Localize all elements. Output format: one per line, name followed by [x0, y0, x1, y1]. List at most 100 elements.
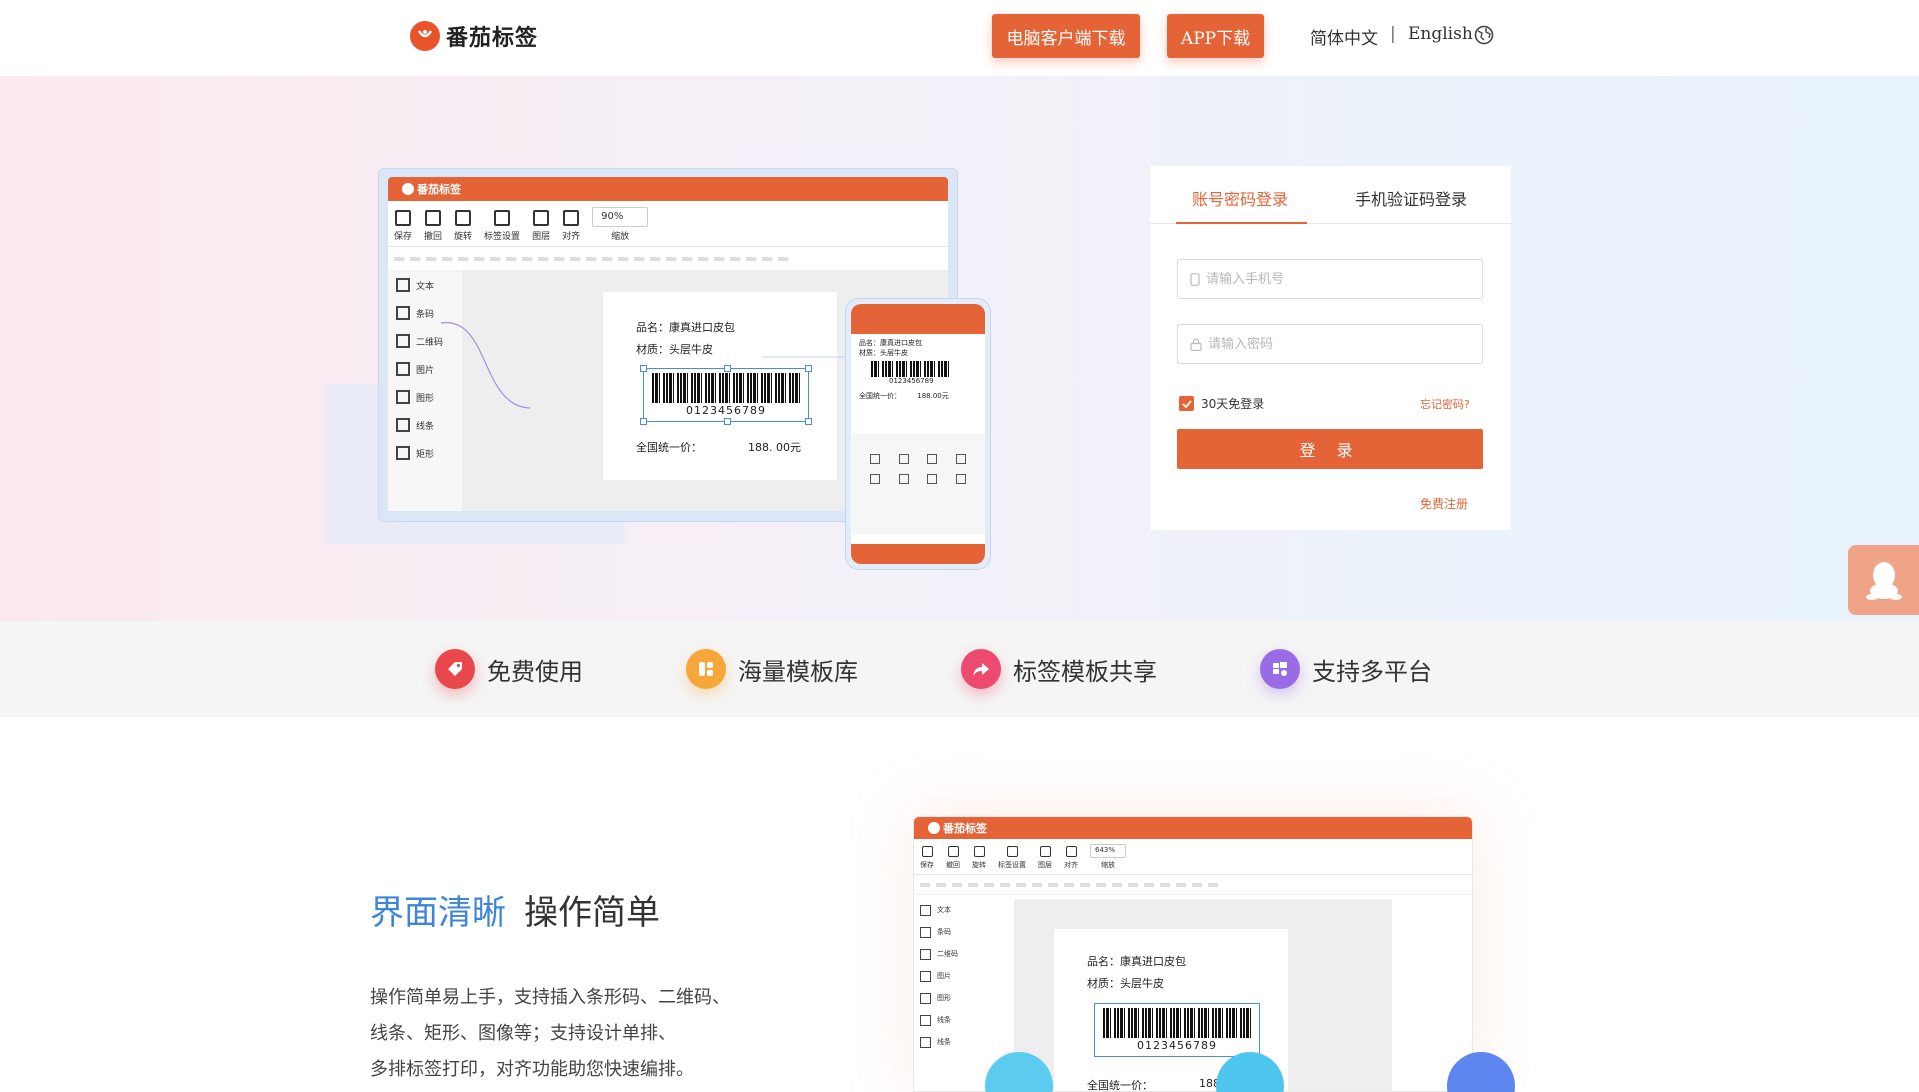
tool-label-settings: 标签设置	[998, 846, 1026, 870]
section-title-highlight: 界面清晰	[370, 893, 506, 933]
tool-rotate: 旋转	[972, 846, 986, 870]
section-desc-line: 操作简单易上手，支持插入条形码、二维码、	[370, 987, 730, 1008]
shape-icon	[870, 474, 881, 484]
site-header: 番茄标签 电脑客户端下载 APP下载 简体中文 | English	[0, 0, 1919, 76]
sidebar-item-text: 文本	[914, 899, 974, 921]
sidebar-label: 线条	[937, 1038, 951, 1046]
check-icon	[1181, 399, 1192, 408]
barcode-element: 0123456789	[1094, 1003, 1260, 1057]
register-link[interactable]: 免费注册	[1420, 495, 1468, 512]
label-product-name: 品名：康真进口皮包	[1087, 955, 1186, 968]
download-pc-button[interactable]: 电脑客户端下载	[992, 14, 1140, 58]
feature-label: 海量模板库	[738, 657, 858, 686]
tool-label: 缩放	[1101, 861, 1115, 869]
rectangle-icon	[927, 474, 938, 484]
lock-icon	[1190, 337, 1202, 351]
download-app-button[interactable]: APP下载	[1167, 14, 1264, 58]
share-arrow-icon	[961, 649, 1001, 689]
preview-sidebar: 文本 条码 二维码 图片 图形 线条 线条	[914, 899, 974, 1091]
line-icon	[920, 1014, 931, 1026]
phone-barcode-bars	[871, 361, 951, 377]
platforms-icon	[1260, 649, 1300, 689]
line-icon	[920, 1036, 931, 1048]
remember-me[interactable]: 30天免登录	[1179, 395, 1264, 412]
tomato-logo-icon	[410, 21, 440, 51]
tool-label: 图层	[1038, 861, 1052, 869]
section-desc-line: 多排标签打印，对齐功能助您快速编排。	[370, 1059, 694, 1080]
image-icon	[955, 454, 966, 464]
save-icon	[921, 846, 933, 857]
settings-icon	[1006, 846, 1018, 857]
brand-logo[interactable]: 番茄标签	[410, 20, 538, 52]
section-title-rest: 操作简单	[524, 893, 660, 933]
feature-label: 免费使用	[487, 657, 583, 686]
lang-chinese-link[interactable]: 简体中文	[1310, 24, 1378, 49]
feature-free: 免费使用	[435, 649, 583, 689]
section-description: 操作简单易上手，支持插入条形码、二维码、 线条、矩形、图像等；支持设计单排、 多…	[370, 980, 800, 1088]
sidebar-item-shape: 图形	[914, 987, 974, 1009]
tool-undo: 撤回	[946, 846, 960, 870]
qq-support-button[interactable]	[1848, 545, 1919, 615]
tool-label: 撤回	[946, 861, 960, 869]
section-desc-line: 线条、矩形、图像等；支持设计单排、	[370, 1023, 676, 1044]
phone-field[interactable]	[1177, 259, 1483, 299]
password-input[interactable]	[1208, 336, 1478, 352]
sidebar-label: 线条	[937, 1016, 951, 1024]
section-title: 界面清晰 操作简单	[370, 885, 660, 934]
rotate-icon	[973, 846, 985, 857]
remember-checkbox[interactable]	[1179, 396, 1194, 411]
sidebar-label: 图形	[937, 994, 951, 1002]
mobile-app-preview: 品名：康真进口皮包 材质：头层牛皮 0123456789 全国统一价： 188.…	[845, 298, 991, 570]
sidebar-item-line2: 线条	[914, 1031, 974, 1053]
phone-bottom-bar	[851, 544, 985, 564]
tool-label: 标签设置	[998, 861, 1026, 869]
tool-save: 保存	[920, 846, 934, 870]
sidebar-label: 条码	[937, 928, 951, 936]
phone-tool-grid	[861, 454, 975, 484]
barcode-number: 0123456789	[1137, 1039, 1217, 1052]
phone-label-name: 品名：康真进口皮包	[859, 339, 922, 347]
text-icon	[870, 454, 881, 464]
tag-icon	[435, 649, 475, 689]
label-price-label: 全国统一价：	[1087, 1079, 1153, 1092]
hero-section: 番茄标签 保存 撤回 旋转 标签设置 图层 对齐 90% 缩放 文本 条码 二维码…	[0, 76, 1919, 621]
feature-templates: 海量模板库	[686, 649, 858, 689]
tool-align: 对齐	[1064, 846, 1078, 870]
shape-icon	[920, 992, 931, 1004]
tool-label: 旋转	[972, 861, 986, 869]
login-card: 账号密码登录 手机验证码登录 30天免登录 忘记密码? 登 录 免费注册	[1150, 166, 1511, 530]
globe-icon[interactable]	[1474, 25, 1494, 49]
phone-price-value: 188.00元	[917, 392, 949, 400]
password-field[interactable]	[1177, 324, 1483, 364]
feature-label: 支持多平台	[1312, 657, 1432, 686]
phone-toolbox	[851, 434, 985, 534]
layers-icon	[1039, 846, 1051, 857]
sidebar-label: 文本	[937, 906, 951, 914]
zoom-select: 643%	[1090, 844, 1126, 858]
phone-header	[851, 304, 985, 334]
phone-input[interactable]	[1206, 271, 1476, 287]
section-app-preview: 番茄标签 保存 撤回 旋转 标签设置 图层 对齐 643% 缩放 文本 条码 二维…	[913, 816, 1473, 1092]
feature-share: 标签模板共享	[961, 649, 1157, 689]
logo-dot-icon	[928, 822, 940, 834]
tool-zoom: 643% 缩放	[1090, 844, 1126, 870]
phone-icon	[1190, 272, 1200, 286]
tab-account-login[interactable]: 账号密码登录	[1192, 186, 1288, 210]
forgot-password-link[interactable]: 忘记密码?	[1420, 396, 1470, 412]
sidebar-item-barcode: 条码	[914, 921, 974, 943]
format-bar	[914, 875, 1472, 895]
features-band: 免费使用 海量模板库 标签模板共享 支持多平台	[0, 621, 1919, 717]
login-button[interactable]: 登 录	[1177, 429, 1483, 469]
phone-barcode-number: 0123456789	[889, 377, 934, 385]
lang-separator: |	[1390, 24, 1396, 44]
phone-label-material: 材质：头层牛皮	[859, 349, 908, 357]
label-material: 材质：头层牛皮	[1087, 977, 1164, 990]
preview-app-title: 番茄标签	[943, 822, 987, 835]
image-icon	[920, 970, 931, 982]
tab-sms-login[interactable]: 手机验证码登录	[1355, 186, 1467, 210]
sidebar-item-line: 线条	[914, 1009, 974, 1031]
login-tabs: 账号密码登录 手机验证码登录	[1150, 166, 1511, 224]
lang-english-link[interactable]: English	[1408, 24, 1473, 44]
tool-label: 对齐	[1064, 861, 1078, 869]
line-icon	[898, 474, 909, 484]
